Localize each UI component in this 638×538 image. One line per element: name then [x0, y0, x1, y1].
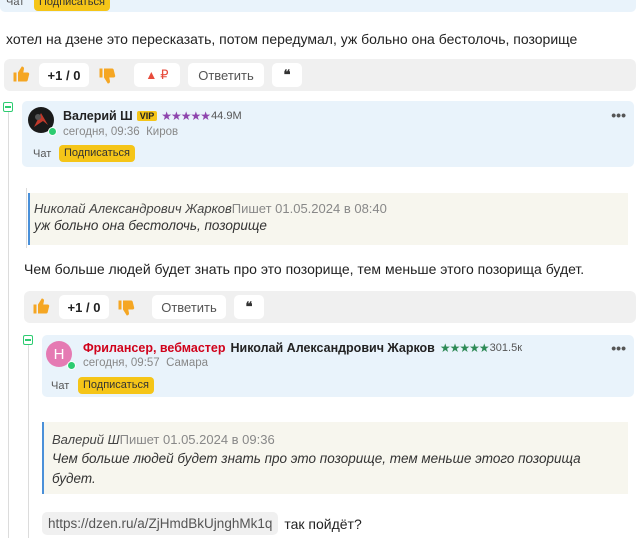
vote-score: +1 / 0: [39, 63, 89, 87]
more-options-icon[interactable]: •••: [611, 340, 626, 356]
rating-stars: ★★★★★: [439, 341, 490, 355]
comment-actions: [24, 291, 636, 323]
vote-score: +1 / 0: [59, 295, 109, 319]
online-indicator: [48, 127, 57, 136]
quote-author: Николай Александрович Жарков: [34, 201, 232, 216]
chat-link[interactable]: Чат: [51, 380, 69, 392]
quote-text: уж больно она бестолочь, позорище: [34, 218, 267, 233]
author-line: Валерий Ш VIP ★★★★★ 44.9M: [63, 109, 242, 123]
link-line: https://dzen.ru/a/ZjHmdBkUjnghMk1q так п…: [42, 512, 362, 535]
collapse-toggle[interactable]: [23, 335, 33, 345]
chat-link[interactable]: Чат: [6, 0, 24, 8]
comment-meta: сегодня, 09:57 Самара: [83, 357, 209, 369]
quote-button[interactable]: ❝: [234, 295, 264, 319]
reply-button[interactable]: Ответить: [152, 295, 226, 319]
quote-button[interactable]: ❝: [272, 63, 302, 87]
thumbs-down-icon[interactable]: [117, 299, 135, 322]
quote-author: Валерий Ш: [52, 432, 120, 447]
thread-line: [26, 188, 27, 248]
thumbs-up-icon[interactable]: [12, 65, 30, 88]
comment-meta: сегодня, 09:36 Киров: [63, 126, 179, 138]
more-options-icon[interactable]: •••: [611, 107, 626, 123]
quote-header: Валерий ШПишет 01.05.2024 в 09:36: [52, 431, 275, 449]
chat-link[interactable]: Чат: [33, 148, 51, 160]
thread-line: [28, 341, 29, 538]
url-link[interactable]: https://dzen.ru/a/ZjHmdBkUjnghMk1q: [42, 512, 279, 535]
thumbs-down-icon[interactable]: [98, 67, 116, 90]
author-line: Фрилансер, вебмастер Николай Александров…: [83, 341, 522, 355]
comment-text: так пойдёт?: [284, 515, 362, 532]
rating-value: 44.9M: [211, 110, 242, 122]
donate-button[interactable]: ▲ ₽: [134, 63, 180, 87]
comment-text: хотел на дзене это пересказать, потом пе…: [6, 31, 578, 47]
comment-text: Чем больше людей будет знать про это поз…: [24, 261, 585, 277]
reply-button[interactable]: Ответить: [188, 63, 264, 87]
quote-text: Чем больше людей будет знать про это поз…: [52, 451, 581, 486]
avatar-letter: Н: [53, 345, 65, 363]
online-indicator: [67, 361, 76, 370]
subscribe-button[interactable]: Подписаться: [34, 0, 110, 11]
quote-meta: Пишет 01.05.2024 в 08:40: [231, 201, 387, 216]
rating-value: 301.5к: [489, 342, 523, 354]
rating-stars: ★★★★★: [161, 109, 211, 123]
quote-header: Николай Александрович ЖарковПишет 01.05.…: [34, 200, 387, 218]
thumbs-up-icon[interactable]: [32, 297, 50, 320]
subscribe-button[interactable]: Подписаться: [59, 145, 135, 162]
author-name[interactable]: Валерий Ш: [63, 109, 133, 123]
vip-badge: VIP: [136, 111, 158, 121]
top-card: Чат Подписаться: [0, 0, 636, 12]
collapse-toggle[interactable]: [3, 102, 13, 112]
quote-meta: Пишет 01.05.2024 в 09:36: [119, 432, 275, 447]
arrow-up-icon: ▲: [145, 68, 158, 82]
author-role: Фрилансер, вебмастер: [83, 341, 226, 355]
author-name[interactable]: Николай Александрович Жарков: [230, 341, 434, 355]
subscribe-button[interactable]: Подписаться: [78, 377, 154, 394]
thread-line: [8, 111, 9, 538]
rub-label: ₽: [160, 67, 169, 82]
